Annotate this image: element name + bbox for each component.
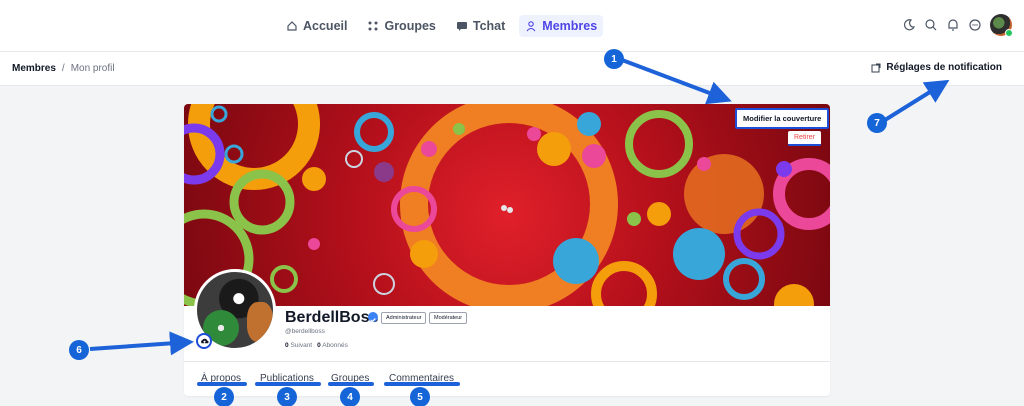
verified-icon: [368, 312, 378, 323]
breadcrumb-root[interactable]: Membres: [12, 63, 56, 74]
nav-label: Tchat: [472, 19, 506, 33]
main-nav: Accueil Groupes Tchat Membres: [280, 15, 604, 37]
cover-image: Modifier la couverture Retirer: [184, 104, 830, 306]
groups-icon: [368, 21, 378, 31]
tab-underline-annotation: [197, 382, 247, 386]
moon-icon[interactable]: [902, 18, 916, 32]
tab-underline-annotation: [384, 382, 460, 386]
cloud-upload-icon: [200, 338, 209, 344]
remove-cover-button[interactable]: Retirer: [788, 131, 822, 146]
modify-cover-button[interactable]: Modifier la couverture: [735, 108, 830, 129]
profile-card: Modifier la couverture Retirer BerdellBo…: [184, 104, 830, 396]
search-icon[interactable]: [924, 18, 938, 32]
cover-pattern: [184, 104, 830, 306]
nav-label: Groupes: [384, 19, 436, 33]
nav-label: Membres: [542, 19, 598, 33]
following-label: Suivant: [290, 342, 313, 349]
following-stat[interactable]: 0 Suivant: [285, 342, 312, 349]
nav-item-groupes[interactable]: Groupes: [361, 15, 441, 37]
breadcrumb: Membres / Mon profil: [12, 63, 115, 74]
avatar[interactable]: [990, 14, 1013, 37]
followers-count: 0: [317, 342, 321, 349]
sub-header: Membres / Mon profil Réglages de notific…: [0, 52, 1024, 86]
followers-label: Abonnés: [322, 342, 348, 349]
notification-settings-label: Réglages de notification: [886, 62, 1002, 73]
tab-underline-annotation: [255, 382, 321, 386]
chat-icon: [456, 22, 467, 31]
nav-item-membres[interactable]: Membres: [519, 15, 604, 37]
role-badge-admin: Administrateur: [381, 312, 427, 324]
breadcrumb-current: Mon profil: [70, 63, 115, 74]
annotation-marker-6: 6: [69, 340, 89, 360]
following-count: 0: [285, 342, 289, 349]
profile-username: BerdellBoss: [285, 309, 379, 326]
tabs-divider: [184, 361, 830, 362]
nav-item-tchat[interactable]: Tchat: [450, 15, 511, 37]
top-navbar: Accueil Groupes Tchat Membres: [0, 0, 1024, 52]
annotation-marker-7: 7: [867, 113, 887, 133]
nav-label: Accueil: [303, 19, 348, 33]
notification-settings-link[interactable]: Réglages de notification: [871, 62, 1002, 73]
annotation-marker-5: 5: [410, 387, 430, 406]
bell-icon[interactable]: [946, 18, 960, 32]
message-icon[interactable]: [968, 18, 982, 32]
annotation-marker-3: 3: [277, 387, 297, 406]
nav-item-accueil[interactable]: Accueil: [280, 15, 353, 37]
external-link-icon: [871, 63, 881, 72]
breadcrumb-separator: /: [61, 63, 65, 74]
members-icon: [526, 21, 536, 32]
profile-handle: @berdellboss: [285, 328, 325, 335]
profile-stats: 0 Suivant 0 Abonnés: [285, 342, 348, 349]
annotation-marker-4: 4: [340, 387, 360, 406]
followers-stat[interactable]: 0 Abonnés: [317, 342, 348, 349]
annotation-marker-2: 2: [214, 387, 234, 406]
annotation-marker-1: 1: [604, 49, 624, 69]
avatar-upload-button[interactable]: [196, 333, 212, 349]
topbar-actions: [902, 14, 1013, 37]
home-icon: [287, 21, 297, 31]
role-badge-moderator: Modérateur: [429, 312, 468, 324]
tab-underline-annotation: [328, 382, 374, 386]
